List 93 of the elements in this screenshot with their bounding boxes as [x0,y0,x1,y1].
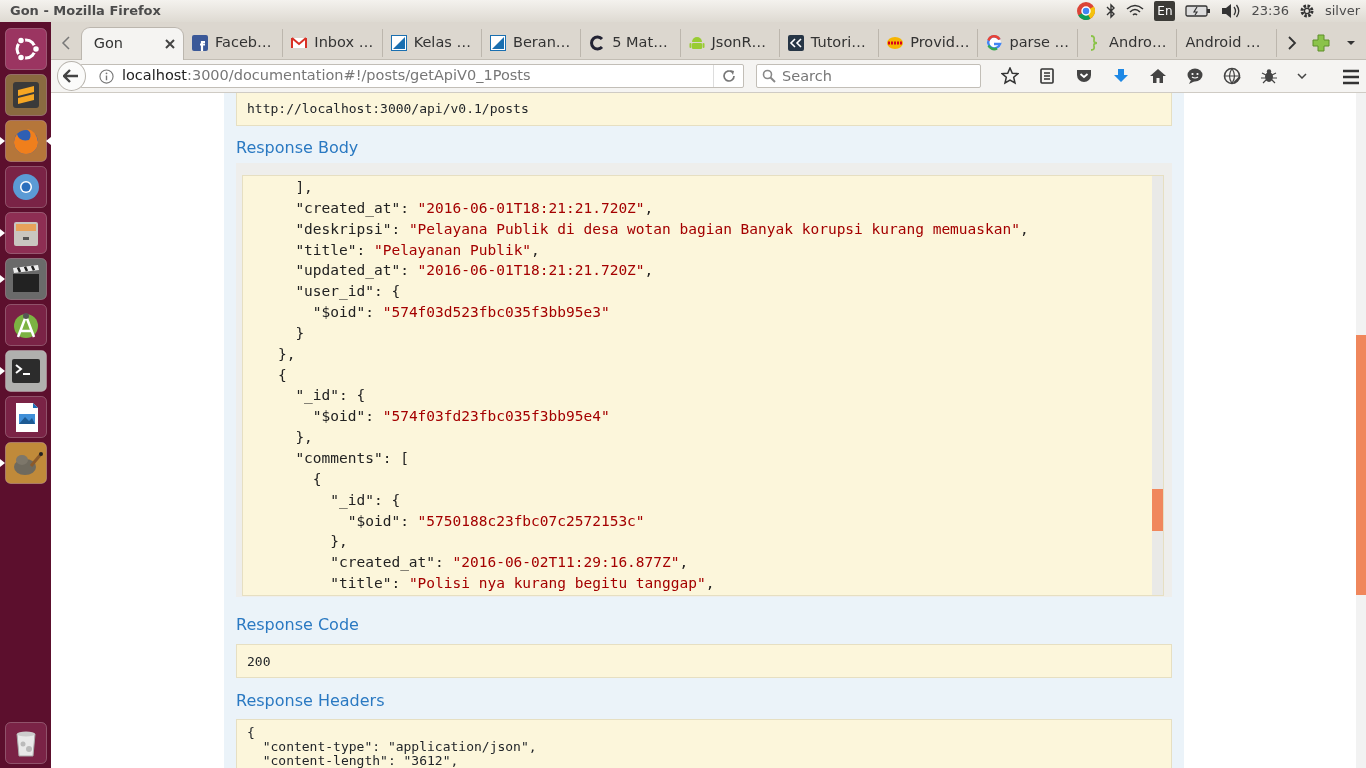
code-line: "$oid": "574f03fd23fbc035f3bb95e4" [311,407,610,427]
dots-icon [887,35,904,51]
code-line: "user_id": { [294,282,401,302]
reload-icon [721,69,736,83]
section-heading: Response Headers [236,691,386,711]
volume-icon[interactable] [1221,3,1242,19]
code-line: "$oid": "5750188c23fbc07c2572153c" [346,511,645,531]
scrollbar-thumb[interactable] [1152,489,1163,531]
caret-icon[interactable] [1297,73,1307,79]
code-line: "content-length": "3612", [261,754,459,768]
code-line: "title": "Polisi nya kurang begitu tanggap", [329,574,715,594]
code-line: "created_at": "2016-06-01T18:21:21.720Z", [294,198,654,219]
pocket-icon[interactable] [1075,67,1093,85]
tab[interactable]: Tutori… [779,29,880,57]
tab[interactable]: Provid… [879,29,979,57]
section-heading: Response Body [236,138,360,158]
document-icon[interactable] [4,396,47,438]
blob-brush-icon[interactable] [4,442,47,484]
social-square-icon [192,35,209,51]
code-line: } [294,323,305,343]
cabinet-icon[interactable] [4,212,47,254]
user-name[interactable]: silver [1324,1,1360,21]
mail-icon [291,35,308,51]
code-line: { [311,469,322,489]
trash-icon[interactable] [4,722,47,764]
tab[interactable]: Faceb… [184,29,284,57]
ring-icon[interactable] [4,166,47,208]
compass-icon[interactable] [4,304,47,346]
scrollbar-thumb[interactable] [1356,335,1366,595]
g-ring-icon [986,35,1003,51]
bookmark-star-icon[interactable] [1001,67,1019,85]
code-line: { [276,365,287,385]
search-field[interactable]: Search [756,64,981,88]
tab[interactable]: parse … [978,29,1079,57]
tab[interactable]: Android … [1177,29,1277,57]
diagonal-square-icon [390,35,407,51]
tab[interactable]: Beran… [481,29,582,57]
terminal-icon[interactable] [4,350,47,392]
code-line: "updated_at": "2016-06-01T18:21:21.720Z", [294,261,654,281]
tab[interactable]: Kelas … [382,29,482,57]
code-line: "content-type": "application/json", [261,740,537,754]
request-url: http://localhost:3000/api/v0.1/posts [236,93,1172,126]
back-button[interactable] [57,61,86,91]
download-arrow-icon[interactable] [1112,67,1130,85]
code-line: "title": "Pelayanan Publik", [294,240,540,260]
bug-icon[interactable] [1260,67,1278,85]
globe-icon[interactable] [1223,67,1241,85]
clapperboard-icon[interactable] [4,258,47,300]
diagonal-square-icon [489,35,506,51]
address-field[interactable]: localhost:3000/documentation#!/posts/getApiV0_1Posts [79,64,744,88]
code-line: "comments": [ [294,448,409,468]
code-line: }, [329,532,348,552]
section-heading: Response Code [236,615,360,635]
bluetooth-icon[interactable] [1106,3,1117,19]
battery-icon[interactable] [1185,4,1212,18]
code-line: "_id": { [294,386,366,406]
home-icon[interactable] [1149,67,1167,85]
tab[interactable]: Inbox … [283,29,383,57]
info-icon[interactable] [98,68,114,84]
clock[interactable]: 23:36 [1251,1,1289,21]
wifi-icon[interactable] [1126,4,1145,18]
code-line: "created_at": "2016-06-02T11:29:16.877Z", [329,553,689,573]
robot-icon [688,35,705,51]
tab[interactable]: Andro… [1078,29,1178,57]
c-ring-icon [589,35,606,51]
code-line: }, [294,428,313,448]
chevron-left-icon[interactable] [60,36,71,50]
list-icon[interactable] [1038,67,1056,85]
window-title: Gon - Mozilla Firefox [10,2,161,21]
code-line: "deskripsi": "Pelayana Publik di desa wotan bagian Banyak korupsi kurang memuaskan", [294,219,1029,239]
chat-face-icon[interactable] [1186,67,1204,85]
code-line: ], [294,178,313,197]
code-line: { [247,726,255,740]
caret-icon[interactable] [1346,40,1357,46]
code-line: }, [276,344,296,364]
tab[interactable]: 5 Mat… [581,29,681,57]
response-code: 200 [236,644,1172,678]
tab[interactable]: Gon [80,27,185,60]
code-line: "_id": { [329,490,401,511]
menu-icon[interactable] [1342,68,1360,85]
orb-logo-icon[interactable] [4,28,47,70]
stripes-icon[interactable] [4,74,47,116]
chevron-right-icon[interactable] [1286,36,1297,50]
settings-icon[interactable] [1298,3,1315,19]
fox-globe-icon[interactable] [4,120,47,162]
search-icon [762,69,776,83]
tab[interactable]: JsonR… [680,29,780,57]
browser-ring-icon[interactable] [1076,1,1097,21]
keyboard-indicator[interactable]: En [1154,1,1176,21]
close-icon[interactable] [165,39,176,50]
code-line: "$oid": "574f03d523fbc035f3bb95e3" [311,303,610,323]
chevrons-icon [787,35,804,51]
arrow-left-icon [63,69,80,83]
